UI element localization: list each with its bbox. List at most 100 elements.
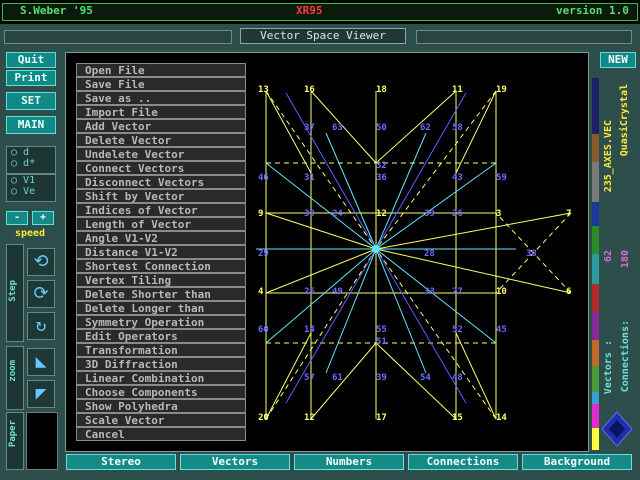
version-text: version 1.0	[556, 4, 629, 17]
menu-item-save-file[interactable]: Save File	[76, 77, 246, 91]
rotate-up-icon[interactable]: ⟲	[27, 248, 55, 276]
speed-plus-button[interactable]: +	[32, 211, 54, 225]
zoom-out-icon[interactable]: ◤	[27, 380, 55, 408]
menu-item-delete-vector[interactable]: Delete Vector	[76, 133, 246, 147]
diamond-icon[interactable]	[600, 410, 634, 448]
radio-ve[interactable]: ○ Ve	[7, 186, 55, 197]
menu-item-delete-shorter[interactable]: Delete Shorter than	[76, 287, 246, 301]
zoom-label: zoom	[8, 360, 18, 382]
node-label: 46	[258, 173, 269, 183]
rotate-horizontal-icon[interactable]: ⟳	[27, 280, 55, 308]
operations-menu: Open File Save File Save as .. Import Fi…	[76, 63, 246, 441]
menu-item-transformation[interactable]: Transformation	[76, 343, 246, 357]
structure-name: QuasiCrystal	[619, 84, 630, 157]
window-title-bar: Vector Space Viewer	[4, 28, 634, 44]
connections-count: 180	[620, 250, 631, 269]
node-label: 43	[452, 173, 463, 183]
node-label: 52	[452, 325, 463, 335]
menu-item-length-of-vector[interactable]: Length of Vector	[76, 217, 246, 231]
menu-item-edit-operators[interactable]: Edit Operators	[76, 329, 246, 343]
color-swatch-purple[interactable]	[592, 312, 599, 340]
speed-minus-button[interactable]: -	[6, 211, 28, 225]
paper-preview[interactable]	[26, 412, 58, 470]
color-swatch-green[interactable]	[592, 226, 599, 254]
node-label: 24	[332, 209, 343, 219]
menu-item-indices-of-vector[interactable]: Indices of Vector	[76, 203, 246, 217]
menu-item-distance[interactable]: Distance V1-V2	[76, 245, 246, 259]
node-label: 10	[496, 287, 507, 297]
node-label: 50	[376, 123, 387, 133]
color-swatch-yellow[interactable]	[592, 428, 599, 450]
stereo-button[interactable]: Stereo	[66, 454, 176, 470]
node-label: 30	[304, 209, 315, 219]
menu-item-angle[interactable]: Angle V1-V2	[76, 231, 246, 245]
menu-item-import-file[interactable]: Import File	[76, 105, 246, 119]
menu-item-undelete-vector[interactable]: Undelete Vector	[76, 147, 246, 161]
numbers-button[interactable]: Numbers	[294, 454, 404, 470]
author-text: S.Weber '95	[20, 4, 93, 17]
node-label: 13	[258, 85, 269, 95]
node-label: 27	[452, 287, 463, 297]
menu-item-shortest-connection[interactable]: Shortest Connection	[76, 259, 246, 273]
speed-label: speed	[14, 228, 46, 239]
node-label: 48	[452, 373, 463, 383]
menu-item-scale-vector[interactable]: Scale Vector	[76, 413, 246, 427]
node-label: 54	[420, 373, 431, 383]
menu-item-show-polyhedra[interactable]: Show Polyhedra	[76, 399, 246, 413]
background-button[interactable]: Background	[522, 454, 632, 470]
menu-item-linear-combination[interactable]: Linear Combination	[76, 371, 246, 385]
color-swatch-lime[interactable]	[592, 366, 599, 392]
menu-item-add-vector[interactable]: Add Vector	[76, 119, 246, 133]
zoom-in-icon[interactable]: ◣	[27, 348, 55, 376]
node-label: 6	[566, 287, 572, 297]
connections-button[interactable]: Connections	[408, 454, 518, 470]
node-label: 33	[424, 287, 435, 297]
menu-item-connect-vectors[interactable]: Connect Vectors	[76, 161, 246, 175]
radio-v1[interactable]: ○ V1	[7, 175, 55, 186]
menu-item-delete-longer[interactable]: Delete Longer than	[76, 301, 246, 315]
quit-button[interactable]: Quit	[6, 52, 56, 68]
menu-item-vertex-tiling[interactable]: Vertex Tiling	[76, 273, 246, 287]
color-swatch-red[interactable]	[592, 284, 599, 312]
radio-group-d: ○ d ○ d*	[6, 146, 56, 174]
vector-canvas[interactable]: Open File Save File Save as .. Import Fi…	[65, 52, 589, 452]
node-label: 12	[304, 413, 315, 423]
vectors-button[interactable]: Vectors	[180, 454, 290, 470]
node-label: 14	[304, 325, 315, 335]
color-swatch-teal[interactable]	[592, 254, 599, 284]
node-label: 55	[376, 325, 387, 335]
node-label: 38	[526, 249, 537, 259]
node-label: 59	[496, 173, 507, 183]
menu-item-choose-components[interactable]: Choose Components	[76, 385, 246, 399]
node-label: 17	[376, 413, 387, 423]
node-label: 11	[452, 85, 463, 95]
node-label: 45	[496, 325, 507, 335]
connections-label: Connections:	[620, 320, 631, 393]
set-button[interactable]: SET	[6, 92, 56, 110]
window-title: Vector Space Viewer	[240, 28, 406, 44]
menu-item-3d-diffraction[interactable]: 3D Diffraction	[76, 357, 246, 371]
color-swatch-gray[interactable]	[592, 162, 599, 202]
radio-d-star[interactable]: ○ d*	[7, 158, 55, 169]
rotate-cw-icon[interactable]: ↻	[27, 312, 55, 340]
node-label: 37	[304, 123, 315, 133]
main-button[interactable]: MAIN	[6, 116, 56, 134]
menu-item-save-as[interactable]: Save as ..	[76, 91, 246, 105]
color-swatch-navy[interactable]	[592, 78, 599, 134]
menu-item-shift-by-vector[interactable]: Shift by Vector	[76, 189, 246, 203]
color-swatch-magenta[interactable]	[592, 404, 599, 428]
node-label: 18	[376, 85, 387, 95]
node-label: 20	[258, 413, 269, 423]
menu-item-disconnect-vectors[interactable]: Disconnect Vectors	[76, 175, 246, 189]
color-swatch-orange[interactable]	[592, 340, 599, 366]
node-label: 39	[376, 373, 387, 383]
color-swatch-blue[interactable]	[592, 202, 599, 226]
menu-item-open-file[interactable]: Open File	[76, 63, 246, 77]
radio-d[interactable]: ○ d	[7, 147, 55, 158]
menu-item-cancel[interactable]: Cancel	[76, 427, 246, 441]
new-button[interactable]: NEW	[600, 52, 636, 68]
color-swatch-brown[interactable]	[592, 134, 599, 162]
vectors-label: Vectors :	[603, 340, 614, 395]
print-button[interactable]: Print	[6, 70, 56, 86]
menu-item-symmetry-operation[interactable]: Symmetry Operation	[76, 315, 246, 329]
